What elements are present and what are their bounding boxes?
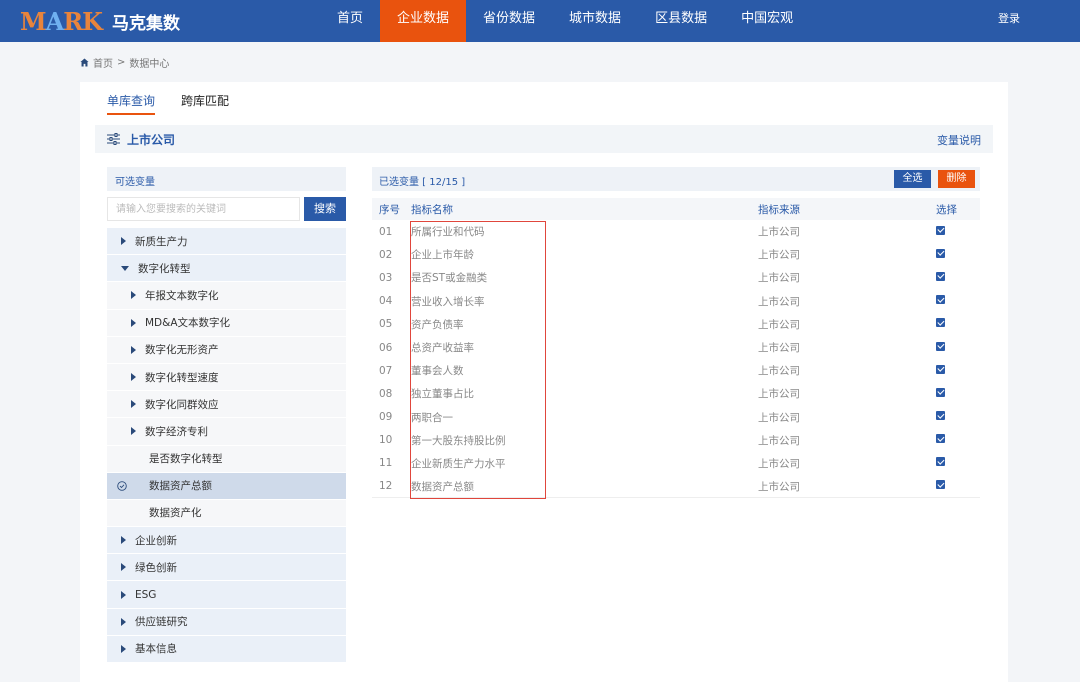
section-title: 上市公司 (127, 133, 176, 147)
tree-item-data-assets-total[interactable]: 数据资产总额 (107, 472, 346, 500)
breadcrumb: 首页 > 数据中心 (80, 55, 169, 70)
caret-right-icon (131, 427, 136, 436)
available-variables-header: 可选变量 (107, 167, 346, 191)
sliders-icon (107, 133, 120, 145)
row-checkbox[interactable] (936, 271, 945, 281)
row-checkbox[interactable] (936, 434, 945, 444)
tree-item-supply-chain[interactable]: 供应链研究 (107, 608, 346, 636)
variable-tree: 新质生产力 数字化转型 年报文本数字化 MD&A文本数字化 数字化无形资产 数字… (107, 228, 346, 663)
tree-item-transformation-speed[interactable]: 数字化转型速度 (107, 363, 346, 392)
nav-item-china-macro[interactable]: 中国宏观 (724, 0, 810, 42)
caret-right-icon (131, 400, 136, 409)
caret-right-icon (131, 318, 136, 327)
tab-cross-match[interactable]: 跨库匹配 (181, 92, 229, 115)
home-icon (80, 58, 89, 67)
nav-item-home[interactable]: 首页 (320, 0, 380, 42)
column-header-select: 选择 (936, 203, 957, 216)
column-header-name: 指标名称 (411, 203, 453, 216)
breadcrumb-home[interactable]: 首页 (93, 55, 113, 70)
tree-item-basic-info[interactable]: 基本信息 (107, 635, 346, 663)
row-checkbox[interactable] (936, 387, 945, 397)
caret-right-icon (121, 237, 126, 246)
caret-right-icon (121, 617, 126, 626)
check-circle-icon (117, 481, 127, 491)
tree-item-data-assetization[interactable]: 数据资产化 (107, 499, 346, 528)
row-checkbox[interactable] (936, 411, 945, 421)
variable-description-link[interactable]: 变量说明 (937, 132, 981, 148)
row-checkbox[interactable] (936, 225, 945, 235)
caret-right-icon (131, 373, 136, 382)
column-header-no: 序号 (379, 203, 400, 216)
nav-item-county-data[interactable]: 区县数据 (638, 0, 724, 42)
tree-item-is-digital[interactable]: 是否数字化转型 (107, 445, 346, 473)
caret-right-icon (121, 563, 126, 572)
top-navbar: MARK 马克集数 首页 企业数据 省份数据 城市数据 区县数据 中国宏观 登录 (0, 0, 1080, 42)
selected-count: 已选变量 [ 12/15 ] (379, 177, 466, 188)
search-input[interactable] (107, 197, 300, 221)
delete-button[interactable]: 删除 (938, 170, 975, 188)
row-checkbox[interactable] (936, 364, 945, 374)
selected-variables-header: 已选变量 [ 12/15 ] 全选 删除 (372, 167, 980, 191)
breadcrumb-separator: > (117, 57, 126, 68)
nav-item-city-data[interactable]: 城市数据 (552, 0, 638, 42)
search-button[interactable]: 搜索 (304, 197, 346, 221)
tree-item-digital-transformation[interactable]: 数字化转型 (107, 255, 346, 283)
select-all-button[interactable]: 全选 (894, 170, 931, 188)
query-tabs: 单库查询 跨库匹配 (107, 92, 229, 115)
tree-item-digital-patent[interactable]: 数字经济专利 (107, 418, 346, 446)
row-checkbox[interactable] (936, 318, 945, 328)
logo-mark: MARK (20, 6, 103, 36)
caret-right-icon (131, 291, 136, 300)
row-checkbox[interactable] (936, 248, 945, 258)
nav-item-company-data[interactable]: 企业数据 (380, 0, 467, 42)
row-checkbox[interactable] (936, 457, 945, 467)
tree-item-peer-effect[interactable]: 数字化同群效应 (107, 391, 346, 419)
tree-item-mda-text[interactable]: MD&A文本数字化 (107, 309, 346, 337)
tree-item-green-innovation[interactable]: 绿色创新 (107, 554, 346, 582)
row-checkbox[interactable] (936, 341, 945, 351)
tree-item-innovation[interactable]: 企业创新 (107, 527, 346, 555)
nav-item-province-data[interactable]: 省份数据 (466, 0, 552, 42)
tree-item-new-productivity[interactable]: 新质生产力 (107, 228, 346, 256)
tab-single-query[interactable]: 单库查询 (107, 92, 156, 115)
tree-item-esg[interactable]: ESG (107, 581, 346, 609)
row-checkbox[interactable] (936, 295, 945, 305)
row-checkbox[interactable] (936, 480, 945, 490)
caret-right-icon (121, 644, 126, 653)
caret-down-icon (121, 265, 129, 271)
caret-right-icon (121, 590, 126, 599)
table-header: 序号 指标名称 指标来源 选择 (372, 198, 980, 220)
logo-text: 马克集数 (112, 13, 181, 34)
name-column-highlight (410, 221, 546, 499)
logo[interactable]: MARK 马克集数 (20, 6, 180, 36)
main-nav: 首页 企业数据 省份数据 城市数据 区县数据 中国宏观 (320, 0, 810, 42)
main-card: 单库查询 跨库匹配 上市公司 变量说明 可选变量 搜索 新质生产力 数字化转型 … (80, 82, 1008, 682)
breadcrumb-current: 数据中心 (129, 59, 170, 70)
column-header-source: 指标来源 (758, 203, 800, 216)
caret-right-icon (131, 345, 136, 354)
caret-right-icon (121, 536, 126, 545)
login-link[interactable]: 登录 (998, 0, 1020, 38)
tree-item-annual-report-text[interactable]: 年报文本数字化 (107, 282, 346, 310)
section-bar: 上市公司 变量说明 (95, 125, 993, 153)
tree-item-digital-intangible[interactable]: 数字化无形资产 (107, 336, 346, 364)
